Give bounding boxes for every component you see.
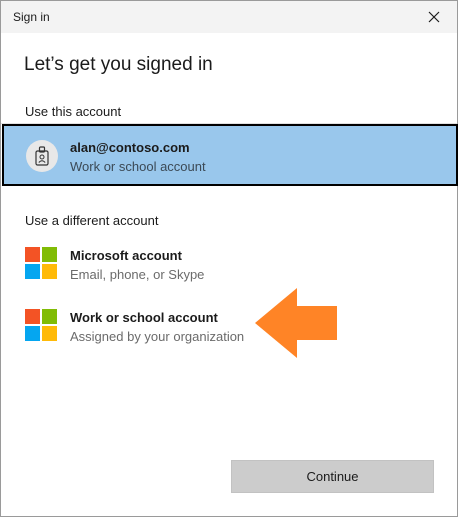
option-name: Work or school account xyxy=(70,310,218,325)
microsoft-logo-icon xyxy=(25,309,57,341)
microsoft-logo-icon xyxy=(25,247,57,279)
option-subtext: Email, phone, or Skype xyxy=(70,267,205,282)
badge-icon xyxy=(35,146,49,166)
avatar xyxy=(26,140,58,172)
close-button[interactable] xyxy=(411,1,457,33)
account-type: Work or school account xyxy=(70,159,206,174)
page-title: Let’s get you signed in xyxy=(24,54,213,75)
pointer-arrow-icon xyxy=(255,288,337,358)
title-bar: Sign in xyxy=(1,1,457,33)
option-subtext: Assigned by your organization xyxy=(70,329,245,344)
close-icon xyxy=(428,11,440,23)
window-title: Sign in xyxy=(13,10,50,24)
section-label-different: Use a different account xyxy=(25,213,159,228)
option-work-account[interactable]: Work or school account Assigned by your … xyxy=(1,300,457,354)
sign-in-dialog: Sign in Let’s get you signed in Use this… xyxy=(0,0,458,517)
continue-button[interactable]: Continue xyxy=(231,460,434,493)
account-email: alan@contoso.com xyxy=(70,140,190,155)
section-label-current: Use this account xyxy=(25,104,122,119)
option-name: Microsoft account xyxy=(70,248,182,263)
current-account-tile[interactable]: alan@contoso.com Work or school account xyxy=(2,124,458,186)
option-microsoft-account[interactable]: Microsoft account Email, phone, or Skype xyxy=(1,238,457,292)
